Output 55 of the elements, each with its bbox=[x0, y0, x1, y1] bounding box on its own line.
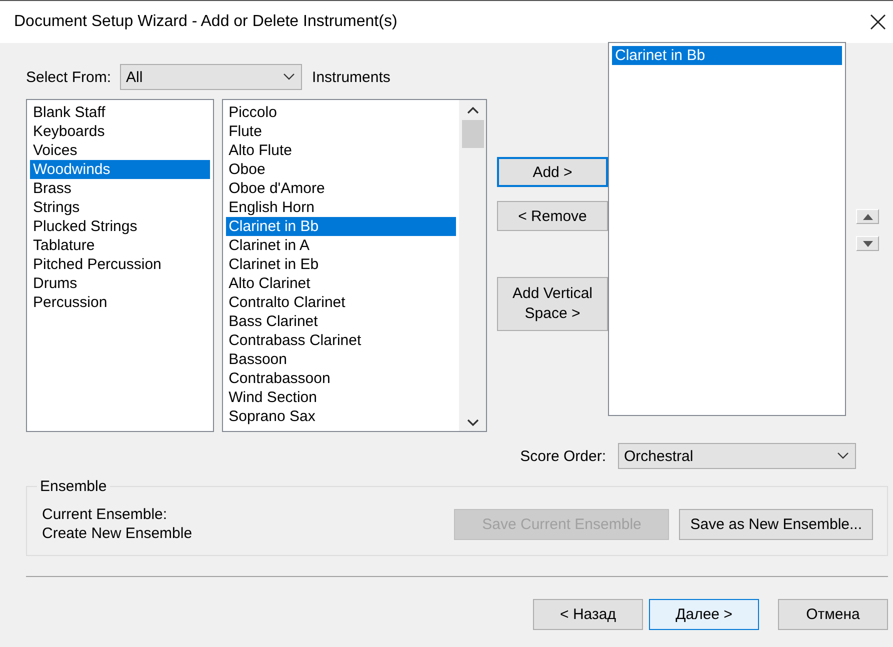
window-title: Document Setup Wizard - Add or Delete Instrument(s) bbox=[14, 13, 398, 31]
score-order-label: Score Order: bbox=[520, 448, 606, 464]
instrument-item[interactable]: Contralto Clarinet bbox=[226, 293, 456, 312]
category-item[interactable]: Plucked Strings bbox=[30, 217, 210, 236]
chevron-up-icon[interactable] bbox=[466, 106, 478, 114]
category-item[interactable]: Voices bbox=[30, 141, 210, 160]
close-icon[interactable] bbox=[869, 13, 887, 31]
instrument-item[interactable]: Clarinet in Eb bbox=[226, 255, 456, 274]
action-button[interactable]: < Remove bbox=[497, 201, 608, 231]
score-item[interactable]: Clarinet in Bb bbox=[612, 46, 842, 65]
move-down-button[interactable] bbox=[856, 236, 879, 251]
action-button[interactable]: Add > bbox=[497, 157, 608, 187]
wizard-button[interactable]: < Назад bbox=[533, 599, 643, 630]
chevron-down-icon[interactable] bbox=[466, 419, 478, 427]
instruments-label: Instruments bbox=[312, 68, 390, 86]
wizard-button[interactable]: Далее > bbox=[649, 599, 759, 630]
chevron-down-icon bbox=[283, 73, 296, 81]
select-from-dropdown[interactable]: All bbox=[120, 64, 302, 90]
current-ensemble-label: Current Ensemble: bbox=[42, 505, 168, 524]
score-order-dropdown[interactable]: Orchestral bbox=[618, 443, 856, 469]
chevron-down-icon bbox=[837, 452, 849, 460]
move-up-button[interactable] bbox=[856, 209, 879, 224]
category-item[interactable]: Blank Staff bbox=[30, 103, 210, 122]
category-item[interactable]: Drums bbox=[30, 274, 210, 293]
instrument-item[interactable]: Oboe d'Amore bbox=[226, 179, 456, 198]
select-from-label: Select From: bbox=[26, 68, 112, 86]
instrument-item[interactable]: Bass Clarinet bbox=[226, 312, 456, 331]
instrument-item[interactable]: Clarinet in Bb bbox=[226, 217, 456, 236]
instrument-item[interactable]: Flute bbox=[226, 122, 456, 141]
category-item[interactable]: Keyboards bbox=[30, 122, 210, 141]
scrollbar[interactable] bbox=[459, 100, 486, 431]
category-item[interactable]: Tablature bbox=[30, 236, 210, 255]
instrument-item[interactable]: Bassoon bbox=[226, 350, 456, 369]
instrument-item[interactable]: Contrabass Clarinet bbox=[226, 331, 456, 350]
instrument-item[interactable]: Alto Flute bbox=[226, 141, 456, 160]
triangle-up-icon bbox=[862, 214, 872, 220]
instrument-item[interactable]: Wind Section bbox=[226, 388, 456, 407]
category-item[interactable]: Brass bbox=[30, 179, 210, 198]
instrument-item[interactable]: Contrabassoon bbox=[226, 369, 456, 388]
instrument-item[interactable]: Oboe bbox=[226, 160, 456, 179]
wizard-button[interactable]: Отмена bbox=[778, 599, 888, 630]
instrument-item[interactable]: Piccolo bbox=[226, 103, 456, 122]
category-item[interactable]: Strings bbox=[30, 198, 210, 217]
instrument-item[interactable]: English Horn bbox=[226, 198, 456, 217]
category-item[interactable]: Percussion bbox=[30, 293, 210, 312]
category-item[interactable]: Pitched Percussion bbox=[30, 255, 210, 274]
scrollbar-thumb[interactable] bbox=[462, 120, 484, 148]
category-item[interactable]: Woodwinds bbox=[30, 160, 210, 179]
instrument-item[interactable]: Soprano Sax bbox=[226, 407, 456, 426]
action-button[interactable]: Add Vertical Space > bbox=[497, 277, 608, 331]
triangle-down-icon bbox=[862, 240, 872, 246]
save-ensemble-button[interactable]: Save as New Ensemble... bbox=[679, 508, 873, 540]
instrument-item[interactable]: Clarinet in A bbox=[226, 236, 456, 255]
instrument-item[interactable]: Alto Clarinet bbox=[226, 274, 456, 293]
current-ensemble-name: Create New Ensemble bbox=[42, 524, 192, 543]
